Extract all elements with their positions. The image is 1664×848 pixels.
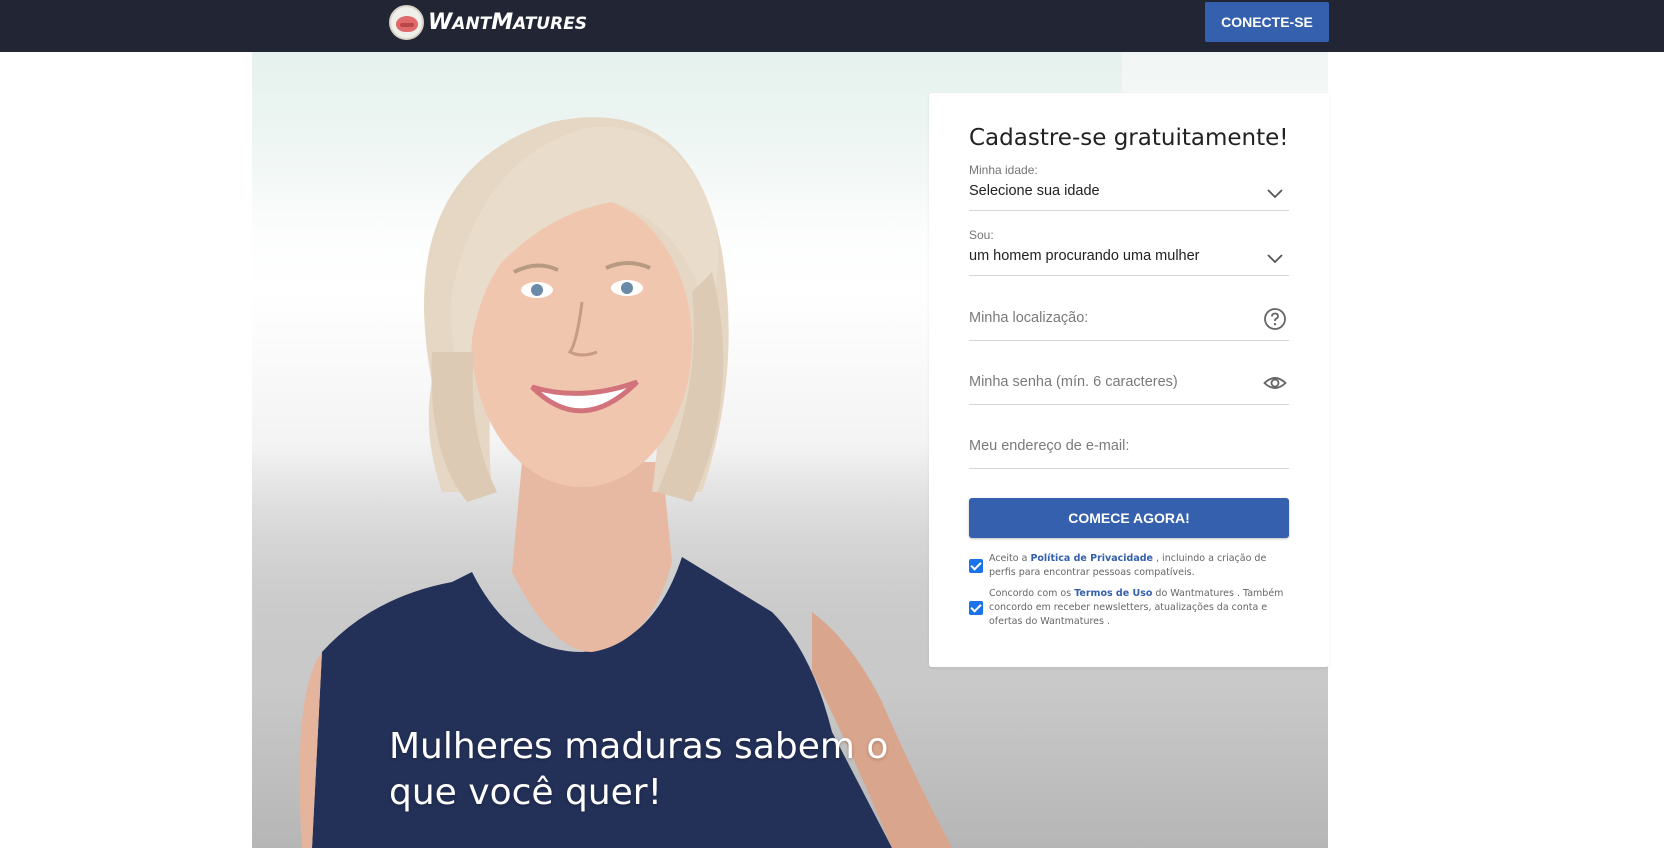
age-select[interactable]: Minha idade: Selecione sua idade [969, 159, 1289, 211]
terms-of-use-link[interactable]: Termos de Uso [1074, 588, 1152, 599]
chevron-down-icon [1267, 189, 1283, 199]
login-button[interactable]: CONECTE-SE [1205, 2, 1329, 42]
help-question-icon[interactable] [1263, 307, 1287, 331]
seeking-select[interactable]: Sou: um homem procurando uma mulher [969, 224, 1289, 276]
start-now-button[interactable]: COMECE AGORA! [969, 498, 1289, 538]
hero-headline: Mulheres maduras sabem o que você quer! [389, 726, 889, 813]
privacy-policy-link[interactable]: Política de Privacidade [1030, 553, 1153, 564]
age-label: Minha idade: [969, 163, 1038, 177]
eye-icon[interactable] [1263, 371, 1287, 395]
location-input[interactable]: Minha localização: [969, 289, 1289, 341]
signup-title: Cadastre-se gratuitamente! [969, 125, 1289, 151]
signup-form-card: Cadastre-se gratuitamente! Minha idade: … [929, 93, 1329, 667]
lips-logo-icon [389, 5, 424, 40]
terms-checkbox[interactable] [969, 601, 983, 615]
logo-wordmark: WANTMATURES [428, 10, 588, 35]
site-logo[interactable]: WANTMATURES [389, 4, 587, 41]
age-value: Selecione sua idade [969, 183, 1100, 199]
privacy-consent: Aceito a Política de Privacidade , inclu… [969, 552, 1289, 580]
hero-section: Mulheres maduras sabem o que você quer! [0, 52, 1664, 848]
password-input[interactable]: Minha senha (mín. 6 caracteres) [969, 353, 1289, 405]
password-placeholder: Minha senha (mín. 6 caracteres) [969, 374, 1178, 390]
location-placeholder: Minha localização: [969, 310, 1089, 326]
privacy-checkbox[interactable] [969, 559, 983, 573]
top-navigation-bar: WANTMATURES CONECTE-SE [0, 0, 1664, 52]
email-placeholder: Meu endereço de e-mail: [969, 438, 1130, 454]
seeking-value: um homem procurando uma mulher [969, 248, 1200, 264]
chevron-down-icon [1267, 254, 1283, 264]
privacy-consent-text: Aceito a Política de Privacidade , inclu… [989, 553, 1267, 578]
seeking-label: Sou: [969, 228, 994, 242]
terms-consent-text: Concordo com os Termos de Uso do Wantmat… [989, 588, 1284, 627]
email-input[interactable]: Meu endereço de e-mail: [969, 417, 1289, 469]
terms-consent: Concordo com os Termos de Uso do Wantmat… [969, 587, 1289, 629]
